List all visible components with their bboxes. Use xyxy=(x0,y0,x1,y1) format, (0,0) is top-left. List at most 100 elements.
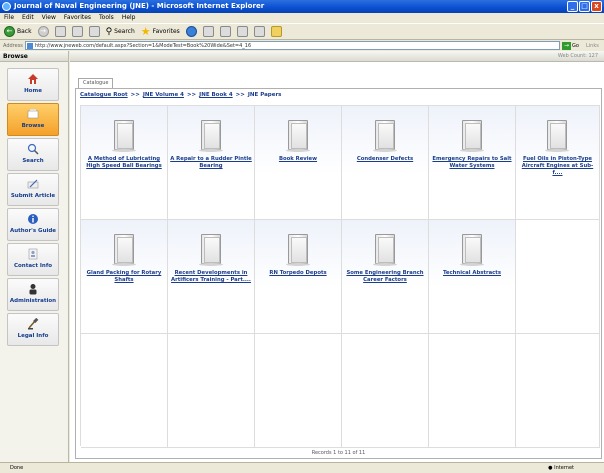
page-icon xyxy=(27,43,33,49)
empty-cell xyxy=(516,334,600,448)
globe-icon: ● xyxy=(548,465,553,471)
browser-toolbar: ← Back → ⚲ Search ★ Favorites xyxy=(0,23,604,40)
breadcrumb-book[interactable]: JNE Book 4 xyxy=(199,92,232,98)
breadcrumb-separator: >> xyxy=(130,92,140,98)
sidebar-item-home[interactable]: Home xyxy=(7,68,59,101)
sidebar-item-label: Administration xyxy=(9,298,57,304)
links-button[interactable]: Links xyxy=(584,43,604,49)
favorites-button[interactable]: ★ Favorites xyxy=(141,26,180,37)
menu-help[interactable]: Help xyxy=(122,13,136,23)
catalogue-item[interactable]: Some Engineering Branch Career Factors xyxy=(342,220,429,334)
sidebar-item-label: Legal Info xyxy=(17,333,49,339)
sidebar-item-submit-article[interactable]: Submit Article xyxy=(7,173,59,206)
item-title-link[interactable]: Technical Abstracts xyxy=(431,270,513,277)
catalogue-item[interactable]: Book Review xyxy=(255,106,342,220)
status-bar: Done ● Internet xyxy=(0,462,604,473)
status-text: Done xyxy=(10,465,24,471)
ie-logo-icon xyxy=(2,2,11,11)
refresh-icon[interactable] xyxy=(71,26,83,37)
admin-icon xyxy=(29,284,37,295)
main-header: Web Count: 127 xyxy=(70,51,604,62)
window-controls: _ □ x xyxy=(567,1,602,12)
zone-label: Internet xyxy=(554,465,574,471)
catalogue-item[interactable]: Technical Abstracts xyxy=(429,220,516,334)
edit-icon[interactable] xyxy=(253,26,265,37)
menu-view[interactable]: View xyxy=(42,13,56,23)
back-arrow-icon: ← xyxy=(4,26,15,37)
menu-file[interactable]: File xyxy=(4,13,14,23)
search-button[interactable]: ⚲ Search xyxy=(106,27,135,37)
document-icon xyxy=(286,120,310,152)
media-icon[interactable] xyxy=(185,26,197,37)
item-title-link[interactable]: A Method of Lubricating High Speed Ball … xyxy=(83,156,165,170)
favorites-label: Favorites xyxy=(152,28,180,35)
mail-icon[interactable] xyxy=(219,26,231,37)
close-button[interactable]: x xyxy=(591,1,602,12)
stop-icon[interactable] xyxy=(54,26,66,37)
catalogue-item[interactable]: Condenser Defects xyxy=(342,106,429,220)
empty-cell xyxy=(429,334,516,448)
star-icon: ★ xyxy=(140,25,151,38)
item-title-link[interactable]: Condenser Defects xyxy=(344,156,426,163)
item-title-link[interactable]: Book Review xyxy=(257,156,339,163)
menu-favorites[interactable]: Favorites xyxy=(64,13,91,23)
sidebar-item-administration[interactable]: Administration xyxy=(7,278,59,311)
go-button[interactable]: → Go xyxy=(560,41,584,50)
sidebar-item-label: Contact Info xyxy=(13,263,52,269)
catalogue-item[interactable]: Emergency Repairs to Salt Water Systems xyxy=(429,106,516,220)
empty-cell xyxy=(81,334,168,448)
catalogue-item[interactable]: Fuel Oils in Piston-Type Aircraft Engine… xyxy=(516,106,600,220)
catalogue-item[interactable]: Gland Packing for Rotary Shafts xyxy=(81,220,168,334)
address-label: Address xyxy=(3,42,23,49)
item-title-link[interactable]: RN Torpedo Depots xyxy=(257,270,339,277)
document-icon xyxy=(373,234,397,266)
search-icon xyxy=(27,143,39,155)
minimize-button[interactable]: _ xyxy=(567,1,578,12)
item-title-link[interactable]: Some Engineering Branch Career Factors xyxy=(344,270,426,284)
catalogue-item[interactable]: Recent Developments in Artificers Traini… xyxy=(168,220,255,334)
security-zone: ● Internet xyxy=(548,463,574,473)
home-icon[interactable] xyxy=(88,26,100,37)
history-icon[interactable] xyxy=(202,26,214,37)
back-button[interactable]: ← Back xyxy=(4,26,32,37)
sidebar-item-contact-info[interactable]: Contact Info xyxy=(7,243,59,276)
document-icon xyxy=(199,120,223,152)
forward-button[interactable]: → xyxy=(37,26,49,37)
item-title-link[interactable]: Fuel Oils in Piston-Type Aircraft Engine… xyxy=(518,156,597,177)
catalogue-item[interactable]: A Method of Lubricating High Speed Ball … xyxy=(81,106,168,220)
address-input[interactable]: http://www.jneweb.com/default.aspx?Secti… xyxy=(25,41,560,50)
print-icon[interactable] xyxy=(236,26,248,37)
sidebar-item-legal-info[interactable]: Legal Info xyxy=(7,313,59,346)
breadcrumb-volume[interactable]: JNE Volume 4 xyxy=(143,92,184,98)
maximize-button[interactable]: □ xyxy=(579,1,590,12)
breadcrumb-current: JNE Papers xyxy=(247,92,282,98)
sidebar-item-label: Submit Article xyxy=(10,193,56,199)
tab-catalogue[interactable]: Catalogue xyxy=(78,78,114,88)
catalogue-grid: A Method of Lubricating High Speed Ball … xyxy=(80,105,600,448)
info-icon xyxy=(28,214,38,224)
item-title-link[interactable]: Gland Packing for Rotary Shafts xyxy=(83,270,165,284)
item-title-link[interactable]: Emergency Repairs to Salt Water Systems xyxy=(431,156,513,170)
catalogue-item[interactable]: RN Torpedo Depots xyxy=(255,220,342,334)
folder-icon[interactable] xyxy=(270,26,282,37)
address-bar: Address http://www.jneweb.com/default.as… xyxy=(0,40,604,51)
contact-icon xyxy=(28,248,38,260)
sidebar-item-authors-guide[interactable]: Author's Guide xyxy=(7,208,59,241)
sidebar-item-search[interactable]: Search xyxy=(7,138,59,171)
document-icon xyxy=(112,234,136,266)
item-title-link[interactable]: A Repair to a Rudder Pintle Bearing xyxy=(170,156,252,170)
magnifier-icon: ⚲ xyxy=(105,26,113,37)
item-title-link[interactable]: Recent Developments in Artificers Traini… xyxy=(170,270,252,284)
menu-tools[interactable]: Tools xyxy=(99,13,114,23)
catalogue-item[interactable]: A Repair to a Rudder Pintle Bearing xyxy=(168,106,255,220)
sidebar-item-label: Author's Guide xyxy=(9,228,57,234)
document-icon xyxy=(460,234,484,266)
window-title: Journal of Naval Engineering (JNE) - Mic… xyxy=(14,2,265,10)
back-label: Back xyxy=(17,28,32,35)
breadcrumb-catalogue-root[interactable]: Catalogue Root xyxy=(80,92,128,98)
empty-cell xyxy=(342,334,429,448)
sidebar-item-browse[interactable]: Browse xyxy=(7,103,59,136)
menu-edit[interactable]: Edit xyxy=(22,13,34,23)
records-count: Records 1 to 11 of 11 xyxy=(311,450,366,456)
search-label: Search xyxy=(114,28,135,35)
